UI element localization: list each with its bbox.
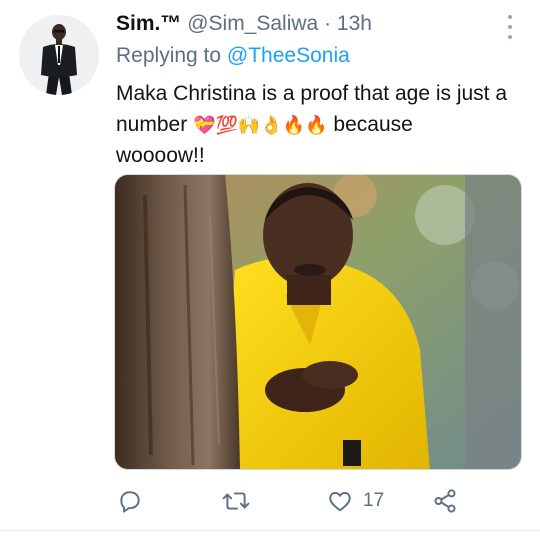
tweet-text-line-2: number 💝💯🙌👌🔥🔥 because [116,109,526,140]
avatar-image [19,15,99,95]
tweet-text: Maka Christina is a proof that age is ju… [116,78,526,171]
tweet-text-line-3: woooow!! [116,144,205,167]
more-options-icon[interactable] [500,14,520,40]
like-count: 17 [363,490,385,511]
share-icon [434,489,456,513]
retweet-icon [222,492,250,510]
like-button[interactable]: 17 [327,484,384,518]
display-name[interactable]: Sim.™ [116,12,181,35]
tweet-actions: 17 [0,484,540,518]
hundred-emoji: 💯 [215,115,238,136]
reply-icon [120,491,140,513]
reply-mention-link[interactable]: @TheeSonia [227,44,350,67]
replying-to: Replying to @TheeSonia [116,44,350,68]
meme-photo [115,175,521,469]
ok-hand-emoji: 👌 [260,115,283,136]
tweet-text-line-1: Maka Christina is a proof that age is ju… [116,82,508,105]
timestamp[interactable]: 13h [337,12,372,35]
tweet-text-line-2-end: because [327,113,413,136]
user-handle[interactable]: @Sim_Saliwa [187,12,318,35]
retweet-button[interactable] [222,484,250,518]
reply-button[interactable] [117,484,143,518]
heart-icon [329,491,351,512]
avatar[interactable] [19,15,99,95]
gift-heart-emoji: 💝 [193,115,216,136]
tweet-media-image[interactable] [114,174,522,470]
tweet-divider [0,530,540,531]
raised-hands-emoji: 🙌 [237,115,261,136]
separator-dot: · [324,12,332,35]
tweet-text-line-2-start: number [116,113,194,136]
share-button[interactable] [432,484,458,518]
fire-emoji: 🔥 [282,115,306,136]
replying-prefix: Replying to [116,44,227,67]
fire-emoji: 🔥 [305,115,328,136]
tweet-header: Sim.™ @Sim_Saliwa · 13h [116,12,372,36]
